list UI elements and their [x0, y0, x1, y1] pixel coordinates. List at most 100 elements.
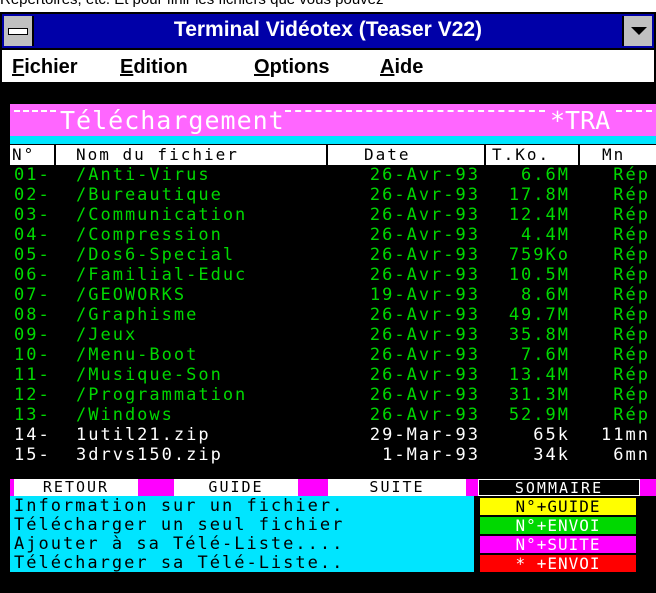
service-code: *TRA: [550, 106, 611, 135]
cell-n: 10-: [14, 345, 51, 365]
table-row[interactable]: 11- /Musique-Son 26-Avr-93 13.4M Rép: [10, 365, 656, 385]
chevron-down-icon: [631, 27, 647, 35]
table-row[interactable]: 02- /Bureautique 26-Avr-93 17.8M Rép: [10, 185, 656, 205]
cell-mn: 6mn: [613, 445, 650, 465]
banner-dash-middle: [285, 110, 545, 116]
background-text: Répertoires, etc. Et pour finir les fich…: [0, 0, 656, 9]
table-row[interactable]: 12- /Programmation 26-Avr-93 31.3M Rép: [10, 385, 656, 405]
cell-mn: Rép: [613, 345, 650, 365]
cell-n: 06-: [14, 265, 51, 285]
cell-mn: Rép: [613, 185, 650, 205]
table-row[interactable]: 09- /Jeux 26-Avr-93 35.8M Rép: [10, 325, 656, 345]
cell-mn: Rép: [613, 385, 650, 405]
cell-size: 6.6M: [521, 165, 570, 185]
cell-size: 35.8M: [508, 325, 570, 345]
cell-date: 26-Avr-93: [369, 165, 480, 185]
cell-n: 05-: [14, 245, 51, 265]
key-guide[interactable]: N°+GUIDE: [480, 498, 636, 515]
table-row[interactable]: 07- /GEOWORKS 19-Avr-93 8.6M Rép: [10, 285, 656, 305]
table-row[interactable]: 06- /Familial-Educ 26-Avr-93 10.5M Rép: [10, 265, 656, 285]
table-row[interactable]: 14- 1util21.zip 29-Mar-93 65k 11mn: [10, 425, 656, 445]
column-divider: [484, 145, 486, 165]
sommaire-button[interactable]: SOMMAIRE: [478, 479, 640, 497]
cell-mn: Rép: [613, 285, 650, 305]
cell-name: 3drvs150.zip: [76, 445, 223, 465]
retour-button[interactable]: RETOUR: [14, 479, 138, 496]
cell-mn: Rép: [613, 365, 650, 385]
cell-n: 07-: [14, 285, 51, 305]
key-envoi[interactable]: N°+ENVOI: [480, 517, 636, 534]
cell-date: 26-Avr-93: [369, 245, 480, 265]
videotex-screen[interactable]: Téléchargement *TRA N° Nom du fichier Da…: [10, 84, 656, 593]
column-divider: [54, 145, 56, 165]
cell-name: /Graphisme: [76, 305, 199, 325]
cell-n: 14-: [14, 425, 51, 445]
table-row[interactable]: 01- /Anti-Virus 26-Avr-93 6.6M Rép: [10, 165, 656, 185]
menu-aide[interactable]: Aide: [380, 56, 423, 79]
cell-date: 26-Avr-93: [369, 225, 480, 245]
cell-size: 52.9M: [508, 405, 570, 425]
cell-date: 26-Avr-93: [369, 185, 480, 205]
key-star-envoi[interactable]: * +ENVOI: [480, 555, 636, 572]
system-menu-button[interactable]: [4, 16, 34, 46]
cell-size: 4.4M: [521, 225, 570, 245]
cell-name: /Musique-Son: [76, 365, 223, 385]
cell-n: 13-: [14, 405, 51, 425]
cell-name: /Jeux: [76, 325, 138, 345]
banner-underline: [10, 136, 656, 144]
cell-name: /Bureautique: [76, 185, 223, 205]
cell-mn: Rép: [613, 325, 650, 345]
cell-date: 29-Mar-93: [369, 425, 480, 445]
key-suite[interactable]: N°+SUITE: [480, 536, 636, 553]
title-bar[interactable]: Terminal Vidéotex (Teaser V22): [0, 12, 656, 50]
header-minutes: Mn: [602, 145, 626, 164]
cell-n: 08-: [14, 305, 51, 325]
menu-fichier[interactable]: Fichier: [12, 56, 78, 79]
cell-date: 26-Avr-93: [369, 365, 480, 385]
cell-size: 49.7M: [508, 305, 570, 325]
table-row[interactable]: 10- /Menu-Boot 26-Avr-93 7.6M Rép: [10, 345, 656, 365]
page-title: Téléchargement: [60, 106, 285, 135]
header-size: T.Ko.: [492, 145, 551, 164]
header-filename: Nom du fichier: [76, 145, 239, 164]
minimize-button[interactable]: [622, 16, 652, 46]
table-row[interactable]: 04- /Compression 26-Avr-93 4.4M Rép: [10, 225, 656, 245]
cell-name: /Menu-Boot: [76, 345, 199, 365]
cell-mn: Rép: [613, 205, 650, 225]
cell-n: 12-: [14, 385, 51, 405]
suite-button[interactable]: SUITE: [328, 479, 466, 496]
cell-size: 7.6M: [521, 345, 570, 365]
menu-options[interactable]: Options: [254, 56, 330, 79]
cell-size: 759Ko: [508, 245, 570, 265]
banner-dash-left: [14, 110, 56, 116]
cell-size: 10.5M: [508, 265, 570, 285]
cell-n: 15-: [14, 445, 51, 465]
table-row[interactable]: 13- /Windows 26-Avr-93 52.9M Rép: [10, 405, 656, 425]
cell-size: 65k: [533, 425, 570, 445]
cell-size: 8.6M: [521, 285, 570, 305]
cell-name: /Communication: [76, 205, 248, 225]
table-row[interactable]: 08- /Graphisme 26-Avr-93 49.7M Rép: [10, 305, 656, 325]
cell-name: /Dos6-Special: [76, 245, 236, 265]
table-row[interactable]: 03- /Communication 26-Avr-93 12.4M Rép: [10, 205, 656, 225]
cell-name: /Windows: [76, 405, 174, 425]
cell-n: 03-: [14, 205, 51, 225]
cell-date: 26-Avr-93: [369, 305, 480, 325]
help-line: Télécharger sa Télé-Liste..: [14, 553, 345, 573]
guide-button[interactable]: GUIDE: [174, 479, 298, 496]
cell-mn: Rép: [613, 405, 650, 425]
cell-date: 1-Mar-93: [382, 445, 480, 465]
cell-size: 13.4M: [508, 365, 570, 385]
cell-date: 26-Avr-93: [369, 325, 480, 345]
table-row[interactable]: 15- 3drvs150.zip 1-Mar-93 34k 6mn: [10, 445, 656, 465]
cell-mn: Rép: [613, 305, 650, 325]
header-date: Date: [364, 145, 411, 164]
help-line: Télécharger un seul fichier: [14, 515, 345, 535]
menu-edition[interactable]: Edition: [120, 56, 188, 79]
cell-name: /Programmation: [76, 385, 248, 405]
cell-date: 26-Avr-93: [369, 405, 480, 425]
cell-name: /GEOWORKS: [76, 285, 187, 305]
header-number: N°: [12, 145, 36, 164]
cell-name: /Compression: [76, 225, 223, 245]
table-row[interactable]: 05- /Dos6-Special 26-Avr-93 759Ko Rép: [10, 245, 656, 265]
